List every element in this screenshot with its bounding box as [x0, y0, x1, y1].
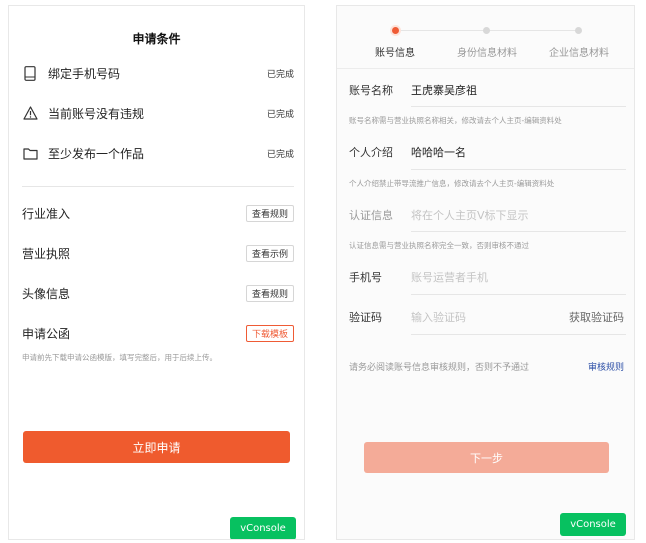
condition-bind-phone: 绑定手机号码 已完成 [22, 62, 294, 84]
row-avatar-info: 头像信息 查看规则 [22, 282, 294, 304]
right-screen: 账号信息 身份信息材料 企业信息材料 账号名称 王虎寨吴彦祖 账号名称需与营业执… [336, 5, 635, 540]
vconsole-button[interactable]: vConsole [230, 517, 296, 539]
verify-code-input[interactable] [411, 310, 569, 324]
row-industry-access: 行业准入 查看规则 [22, 202, 294, 224]
vconsole-button[interactable]: vConsole [560, 513, 626, 536]
status-badge: 已完成 [266, 109, 294, 120]
review-rules-link[interactable]: 审核规则 [588, 360, 624, 373]
application-note: 申请前先下载申请公函模版，填写完整后，用于后续上传。 [22, 353, 217, 362]
account-name-field: 账号名称 王虎寨吴彦祖 [349, 79, 624, 101]
cert-info-input[interactable] [411, 208, 624, 222]
verify-code-field: 验证码 获取验证码 [349, 306, 624, 328]
step-dot [575, 27, 582, 34]
phone-field: 手机号 [349, 266, 624, 288]
divider [337, 68, 634, 69]
row-application-letter: 申请公函 下载模板 [22, 322, 294, 344]
status-badge: 已完成 [266, 149, 294, 160]
divider [411, 106, 626, 107]
cert-info-field: 认证信息 [349, 204, 624, 226]
warning-icon [22, 105, 38, 121]
page-title: 申请条件 [132, 32, 181, 46]
condition-publish-work: 至少发布一个作品 已完成 [22, 142, 294, 164]
cert-info-hint: 认证信息需与营业执照名称完全一致，否则审核不通过 [349, 241, 529, 250]
status-badge: 已完成 [266, 69, 294, 80]
divider [22, 186, 294, 187]
step-dot [483, 27, 490, 34]
divider [411, 294, 626, 295]
step-indicator: 账号信息 身份信息材料 企业信息材料 [337, 24, 634, 59]
rule-notice: 请务必阅读账号信息审核规则，否则不予通过 审核规则 [349, 360, 624, 373]
step-identity-materials[interactable]: 身份信息材料 [457, 44, 517, 59]
step-account-info[interactable]: 账号信息 [375, 44, 415, 59]
step-dot-active [392, 27, 399, 34]
phone-icon [22, 65, 38, 81]
left-screen: 申请条件 绑定手机号码 已完成 当前账号没有违规 已完成 至少发布一个作品 已完… [8, 5, 305, 540]
step-connector [399, 30, 489, 31]
intro-field: 个人介绍 哈哈哈一名 [349, 141, 624, 163]
apply-now-button[interactable]: 立即申请 [23, 431, 290, 463]
download-template-button[interactable]: 下载模板 [245, 324, 294, 342]
divider [411, 231, 626, 232]
view-rules-button[interactable]: 查看规则 [245, 284, 294, 302]
folder-icon [22, 145, 38, 161]
intro-hint: 个人介绍禁止带导流推广信息，修改请去个人主页-编辑资料处 [349, 179, 555, 188]
view-rules-button[interactable]: 查看规则 [245, 204, 294, 222]
step-connector [489, 30, 581, 31]
account-name-hint: 账号名称需与营业执照名称相关，修改请去个人主页-编辑资料处 [349, 116, 562, 125]
row-business-license: 营业执照 查看示例 [22, 242, 294, 264]
account-name-value: 王虎寨吴彦祖 [411, 84, 477, 97]
divider [411, 334, 626, 335]
view-example-button[interactable]: 查看示例 [245, 244, 294, 262]
next-step-button[interactable]: 下一步 [364, 442, 609, 473]
divider [411, 169, 626, 170]
step-company-materials[interactable]: 企业信息材料 [549, 44, 609, 59]
intro-value: 哈哈哈一名 [411, 146, 466, 159]
phone-input[interactable] [411, 270, 624, 284]
get-code-button[interactable]: 获取验证码 [569, 309, 624, 325]
condition-no-violation: 当前账号没有违规 已完成 [22, 102, 294, 124]
